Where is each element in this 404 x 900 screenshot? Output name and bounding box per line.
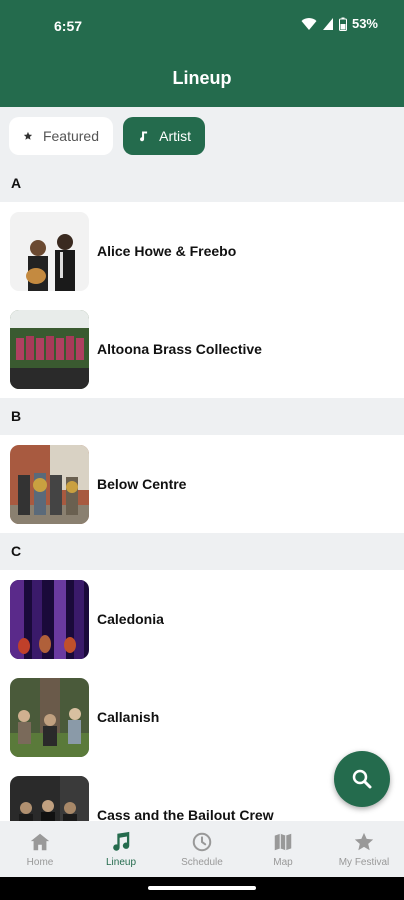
- music-note-icon: [113, 831, 130, 851]
- status-bar: 6:57 53%: [0, 0, 404, 50]
- status-time: 6:57: [54, 18, 83, 34]
- nav-schedule[interactable]: Schedule: [162, 821, 242, 877]
- battery-icon: [338, 17, 347, 31]
- search-icon: [352, 769, 372, 789]
- wifi-icon: [301, 17, 317, 30]
- artist-row[interactable]: Altoona Brass Collective: [0, 300, 404, 398]
- artist-photo: [10, 212, 89, 291]
- artist-photo: [10, 445, 89, 524]
- nav-label: Map: [273, 857, 293, 868]
- artist-photo: [10, 678, 89, 757]
- artist-row[interactable]: Alice Howe & Freebo: [0, 202, 404, 300]
- filter-chip-artist[interactable]: Artist: [123, 117, 205, 155]
- page-title: Lineup: [172, 68, 232, 88]
- filter-bar: Featured Artist: [0, 107, 404, 165]
- section-header-a: A: [0, 165, 404, 202]
- star-icon: [354, 832, 374, 851]
- filter-chip-label: Featured: [42, 128, 99, 144]
- nav-lineup[interactable]: Lineup: [81, 821, 161, 877]
- search-button[interactable]: [334, 751, 390, 807]
- nav-label: Lineup: [105, 857, 137, 868]
- home-indicator[interactable]: [148, 886, 256, 890]
- artist-name: Callanish: [97, 709, 160, 725]
- artist-row[interactable]: Callanish: [0, 668, 404, 766]
- nav-my-festival[interactable]: My Festival: [324, 821, 404, 877]
- map-icon: [274, 833, 292, 851]
- artist-row[interactable]: Below Centre: [0, 435, 404, 533]
- clock-icon: [192, 832, 212, 852]
- artist-row[interactable]: Caledonia: [0, 570, 404, 668]
- music-note-icon: [140, 131, 148, 142]
- nav-label: My Festival: [338, 857, 390, 868]
- nav-label: Home: [26, 857, 54, 868]
- section-header-b: B: [0, 398, 404, 435]
- section-header-c: C: [0, 533, 404, 570]
- star-icon: [23, 131, 33, 140]
- artist-photo: [10, 310, 89, 389]
- filter-chip-featured[interactable]: Featured: [9, 117, 113, 155]
- battery-percent: 53%: [351, 16, 378, 31]
- nav-map[interactable]: Map: [243, 821, 323, 877]
- home-icon: [30, 833, 50, 851]
- artist-name: Below Centre: [97, 476, 187, 492]
- nav-home[interactable]: Home: [0, 821, 80, 877]
- artist-name: Alice Howe & Freebo: [97, 243, 237, 259]
- app-bar: 6:57 53% Lineup: [0, 0, 404, 107]
- gesture-bar: [0, 877, 404, 900]
- bottom-nav: Home Lineup Schedule Map My Festival: [0, 821, 404, 877]
- signal-icon: [322, 17, 333, 30]
- filter-chip-label: Artist: [159, 128, 191, 144]
- artist-name: Altoona Brass Collective: [97, 341, 262, 357]
- nav-label: Schedule: [181, 857, 223, 868]
- artist-name: Caledonia: [97, 611, 164, 627]
- artist-photo: [10, 580, 89, 659]
